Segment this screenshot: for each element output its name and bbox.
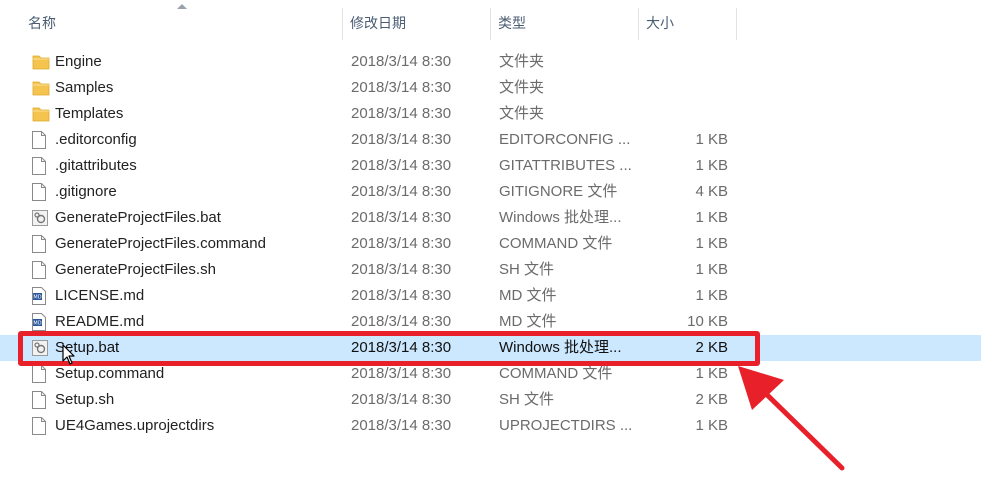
column-header-date[interactable]: 修改日期 [342, 8, 490, 38]
mouse-pointer-icon [62, 344, 75, 365]
file-type: GITATTRIBUTES ... [499, 157, 632, 174]
file-size: 1 KB [695, 235, 728, 252]
file-row[interactable]: .gitattributes 2018/3/14 8:30 GITATTRIBUTE… [0, 153, 981, 179]
file-date: 2018/3/14 8:30 [351, 131, 452, 148]
file-size: 1 KB [695, 287, 728, 304]
markdown-file-icon: MD [32, 313, 48, 331]
file-size: 4 KB [695, 183, 728, 200]
file-icon [32, 261, 48, 279]
file-icon [32, 235, 48, 253]
file-size: 2 KB [695, 391, 728, 408]
file-icon [32, 157, 48, 175]
file-type: EDITORCONFIG ... [499, 131, 631, 148]
file-date: 2018/3/14 8:30 [351, 261, 452, 278]
file-type: GITIGNORE 文件 [499, 183, 618, 200]
file-date: 2018/3/14 8:30 [351, 105, 452, 122]
folder-icon [32, 53, 50, 71]
file-type: 文件夹 [499, 105, 545, 122]
file-name: Samples [55, 79, 114, 96]
column-divider[interactable] [736, 8, 737, 40]
column-header-bar: 名称 修改日期 类型 大小 [0, 0, 981, 46]
file-name: .gitattributes [55, 157, 137, 174]
file-date: 2018/3/14 8:30 [351, 183, 452, 200]
column-header-name[interactable]: 名称 [20, 8, 342, 38]
file-date: 2018/3/14 8:30 [351, 391, 452, 408]
file-size: 1 KB [695, 157, 728, 174]
file-type: 文件夹 [499, 79, 545, 96]
folder-icon [32, 105, 50, 123]
file-size: 1 KB [695, 209, 728, 226]
annotation-arrow-icon [738, 366, 845, 471]
file-row[interactable]: Templates 2018/3/14 8:30 文件夹 [0, 101, 981, 127]
file-type: MD 文件 [499, 287, 557, 304]
file-icon [32, 131, 48, 149]
markdown-file-icon: MD [32, 287, 48, 305]
file-date: 2018/3/14 8:30 [351, 157, 452, 174]
file-date: 2018/3/14 8:30 [351, 417, 452, 434]
file-date: 2018/3/14 8:30 [351, 209, 452, 226]
file-row[interactable]: MD LICENSE.md 2018/3/14 8:30 MD 文件 1 KB [0, 283, 981, 309]
annotation-highlight-box [18, 331, 760, 366]
file-icon [32, 183, 48, 201]
file-size: 1 KB [695, 131, 728, 148]
file-size: 1 KB [695, 417, 728, 434]
column-header-type[interactable]: 类型 [490, 8, 638, 38]
batch-file-icon [32, 209, 48, 227]
file-size: 1 KB [695, 261, 728, 278]
file-name: .gitignore [55, 183, 117, 200]
file-row[interactable]: .gitignore 2018/3/14 8:30 GITIGNORE 文件 4 KB [0, 179, 981, 205]
file-type: Windows 批处理... [499, 209, 622, 226]
file-date: 2018/3/14 8:30 [351, 287, 452, 304]
file-icon [32, 417, 48, 435]
file-type: UPROJECTDIRS ... [499, 417, 633, 434]
svg-text:MD: MD [33, 295, 41, 301]
file-date: 2018/3/14 8:30 [351, 235, 452, 252]
file-row[interactable]: Samples 2018/3/14 8:30 文件夹 [0, 75, 981, 101]
file-name: LICENSE.md [55, 287, 145, 304]
file-row[interactable]: GenerateProjectFiles.bat 2018/3/14 8:30 Wi… [0, 205, 981, 231]
column-header-size[interactable]: 大小 [638, 8, 736, 38]
file-row[interactable]: GenerateProjectFiles.command 2018/3/14 8:… [0, 231, 981, 257]
folder-icon [32, 79, 50, 97]
file-icon [32, 365, 48, 383]
file-name: .editorconfig [55, 131, 137, 148]
file-row[interactable]: GenerateProjectFiles.sh 2018/3/14 8:30 SH … [0, 257, 981, 283]
file-name: Engine [55, 53, 102, 70]
file-row[interactable]: Engine 2018/3/14 8:30 文件夹 [0, 49, 981, 75]
file-icon [32, 391, 48, 409]
file-date: 2018/3/14 8:30 [351, 79, 452, 96]
file-name: Setup.sh [55, 391, 115, 408]
file-type: SH 文件 [499, 261, 555, 278]
svg-text:MD: MD [33, 321, 41, 327]
file-type: 文件夹 [499, 53, 545, 70]
file-name: GenerateProjectFiles.command [55, 235, 266, 252]
file-name: Templates [55, 105, 124, 122]
file-type: SH 文件 [499, 391, 555, 408]
file-name: UE4Games.uprojectdirs [55, 417, 215, 434]
file-name: GenerateProjectFiles.bat [55, 209, 221, 226]
file-row[interactable]: .editorconfig 2018/3/14 8:30 EDITORCONFIG … [0, 127, 981, 153]
file-name: GenerateProjectFiles.sh [55, 261, 216, 278]
file-date: 2018/3/14 8:30 [351, 53, 452, 70]
file-type: COMMAND 文件 [499, 235, 613, 252]
